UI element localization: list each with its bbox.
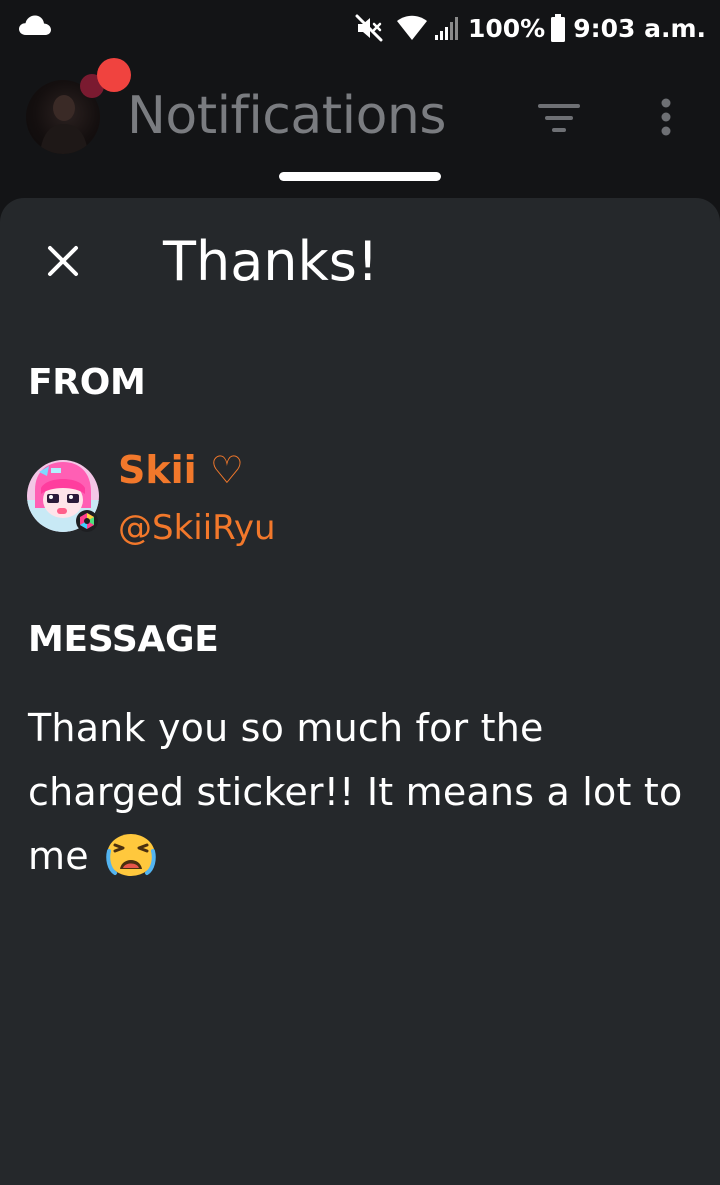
app-header: Notifications xyxy=(0,56,720,196)
wifi-icon xyxy=(396,15,427,40)
from-label: FROM xyxy=(28,362,146,403)
filter-icon[interactable] xyxy=(538,102,580,134)
battery-icon xyxy=(551,14,566,42)
battery-percent: 100% xyxy=(467,13,546,43)
close-icon[interactable] xyxy=(38,236,88,286)
status-icons: 100% 9:03 a.m. xyxy=(354,10,706,46)
crying-face-emoji xyxy=(106,834,156,876)
cloud-icon xyxy=(19,15,51,35)
page-title: Notifications xyxy=(127,86,446,146)
sender-handle[interactable]: @SkiiRyu xyxy=(118,508,276,548)
mute-icon xyxy=(355,14,383,42)
sheet-drag-handle[interactable] xyxy=(279,172,441,181)
notification-detail-sheet: Thanks! FROM Skii ♡ @SkiiRyu MESSAGE Tha… xyxy=(0,198,720,1185)
more-vert-icon[interactable] xyxy=(656,98,676,138)
status-bar: 100% 9:03 a.m. xyxy=(0,0,720,56)
signal-icon xyxy=(434,17,458,40)
sheet-title: Thanks! xyxy=(163,230,379,293)
message-label: MESSAGE xyxy=(28,619,219,660)
nitro-badge-icon xyxy=(76,510,98,532)
status-time: 9:03 a.m. xyxy=(573,13,706,43)
message-body: Thank you so much for the charged sticke… xyxy=(28,696,698,888)
notification-dot xyxy=(97,58,131,92)
sender-name[interactable]: Skii ♡ xyxy=(118,448,244,492)
